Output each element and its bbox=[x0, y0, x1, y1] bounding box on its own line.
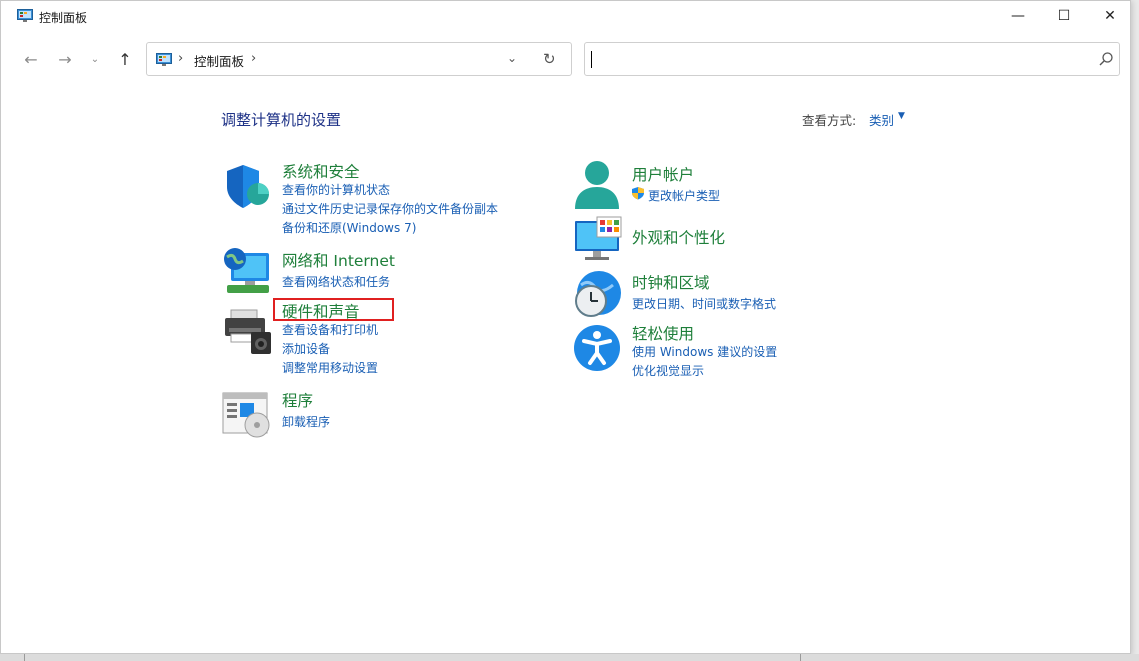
link-add-device[interactable]: 添加设备 bbox=[282, 340, 330, 357]
category-system-security[interactable]: 系统和安全 bbox=[282, 160, 360, 182]
divider bbox=[800, 654, 801, 661]
link-file-history-backup[interactable]: 通过文件历史记录保存你的文件备份副本 bbox=[282, 200, 498, 217]
category-network-internet[interactable]: 网络和 Internet bbox=[282, 249, 395, 271]
up-button[interactable]: ↑ bbox=[113, 47, 137, 71]
link-change-date-time-format[interactable]: 更改日期、时间或数字格式 bbox=[632, 295, 776, 312]
search-icon[interactable] bbox=[1098, 51, 1114, 67]
close-button[interactable]: ✕ bbox=[1087, 1, 1133, 31]
link-windows-recommended-settings[interactable]: 使用 Windows 建议的设置 bbox=[632, 343, 777, 360]
uac-shield-icon bbox=[631, 186, 645, 200]
search-input[interactable] bbox=[584, 42, 1120, 76]
category-programs[interactable]: 程序 bbox=[282, 389, 313, 411]
maximize-button[interactable]: ☐ bbox=[1041, 1, 1087, 31]
view-by-label: 查看方式: bbox=[802, 110, 856, 129]
printer-icon[interactable] bbox=[221, 306, 273, 358]
refresh-icon[interactable]: ↻ bbox=[543, 50, 556, 68]
divider bbox=[24, 654, 25, 661]
user-icon[interactable] bbox=[573, 159, 625, 211]
back-arrow-icon: ← bbox=[24, 50, 37, 69]
breadcrumb-separator[interactable]: › bbox=[178, 51, 183, 66]
network-icon[interactable] bbox=[221, 245, 273, 297]
accessibility-icon[interactable] bbox=[573, 323, 625, 375]
link-change-account-type[interactable]: 更改帐户类型 bbox=[648, 187, 720, 204]
category-ease-of-access[interactable]: 轻松使用 bbox=[632, 322, 694, 344]
clock-globe-icon[interactable] bbox=[573, 269, 625, 321]
link-view-computer-status[interactable]: 查看你的计算机状态 bbox=[282, 181, 390, 198]
link-backup-restore[interactable]: 备份和还原(Windows 7) bbox=[282, 219, 416, 236]
link-network-status[interactable]: 查看网络状态和任务 bbox=[282, 273, 390, 290]
link-uninstall-program[interactable]: 卸载程序 bbox=[282, 413, 330, 430]
highlight-box bbox=[273, 298, 394, 321]
category-user-accounts[interactable]: 用户帐户 bbox=[632, 163, 694, 185]
text-caret bbox=[591, 51, 592, 68]
close-icon: ✕ bbox=[1104, 8, 1116, 24]
monitor-icon[interactable] bbox=[573, 215, 625, 267]
forward-arrow-icon: → bbox=[58, 50, 71, 69]
window-title: 控制面板 bbox=[39, 9, 87, 26]
category-appearance-personalization[interactable]: 外观和个性化 bbox=[632, 226, 725, 248]
view-by-dropdown[interactable]: 类别 bbox=[869, 110, 894, 129]
link-optimize-visual-display[interactable]: 优化视觉显示 bbox=[632, 362, 704, 379]
shield-icon[interactable] bbox=[221, 161, 273, 213]
category-clock-region[interactable]: 时钟和区域 bbox=[632, 271, 710, 293]
back-button[interactable]: ← bbox=[19, 47, 43, 71]
control-panel-app-icon bbox=[17, 9, 33, 23]
up-arrow-icon: ↑ bbox=[118, 50, 131, 69]
link-mobility-settings[interactable]: 调整常用移动设置 bbox=[282, 359, 378, 376]
title-bar: 控制面板 — ☐ ✕ bbox=[1, 1, 1130, 33]
background-taskbar-strip bbox=[0, 654, 1139, 661]
control-panel-window: 控制面板 — ☐ ✕ ← → ⌄ ↑ › 控制面板 › ⌄ ↻ 调整计算机的设置… bbox=[0, 0, 1131, 654]
chevron-down-icon: ⌄ bbox=[91, 54, 99, 65]
forward-button[interactable]: → bbox=[53, 47, 77, 71]
recent-locations-button[interactable]: ⌄ bbox=[87, 47, 103, 71]
breadcrumb-control-panel[interactable]: 控制面板 bbox=[194, 51, 244, 70]
programs-icon[interactable] bbox=[221, 389, 273, 441]
minimize-button[interactable]: — bbox=[995, 1, 1041, 31]
breadcrumb-separator[interactable]: › bbox=[251, 51, 256, 66]
address-dropdown-icon[interactable]: ⌄ bbox=[507, 51, 517, 65]
minimize-icon: — bbox=[1011, 8, 1025, 24]
maximize-icon: ☐ bbox=[1058, 8, 1071, 24]
page-title: 调整计算机的设置 bbox=[221, 109, 341, 130]
dropdown-caret-icon[interactable]: ▼ bbox=[898, 111, 905, 121]
control-panel-small-icon bbox=[156, 53, 172, 67]
link-devices-printers[interactable]: 查看设备和打印机 bbox=[282, 321, 378, 338]
address-bar[interactable]: › 控制面板 › ⌄ ↻ bbox=[146, 42, 572, 76]
